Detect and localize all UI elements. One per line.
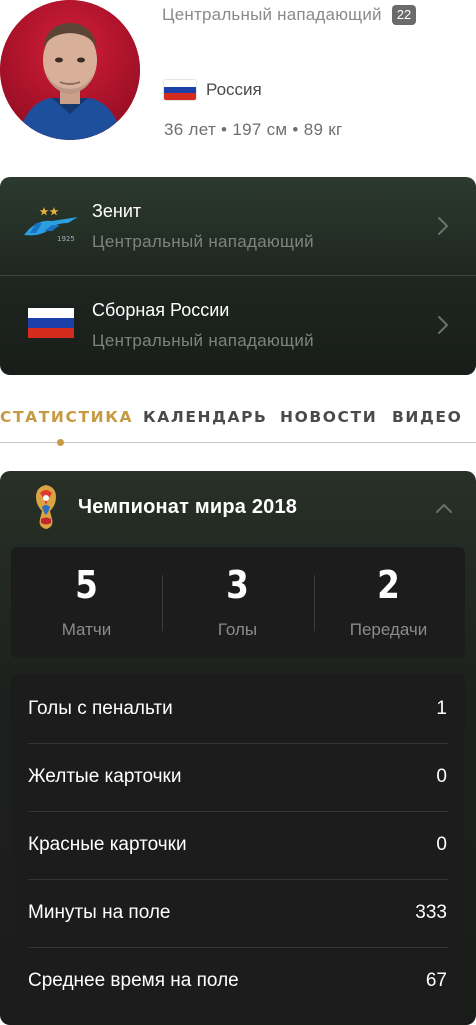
chevron-right-icon bbox=[438, 217, 448, 235]
detail-label: Минуты на поле bbox=[28, 902, 171, 923]
russia-flag-icon bbox=[28, 308, 74, 338]
russia-flag-icon bbox=[164, 80, 196, 100]
stats-details: Голы с пенальти 1 Желтые карточки 0 Крас… bbox=[11, 674, 465, 1022]
detail-value: 67 bbox=[425, 970, 447, 991]
club-role: Центральный нападающий bbox=[92, 331, 314, 350]
stats-summary: 5 Матчи 3 Голы 2 Передачи bbox=[11, 547, 465, 658]
player-country: Россия bbox=[164, 80, 262, 100]
stat-value: 2 bbox=[377, 563, 400, 607]
tabs-underline bbox=[0, 442, 476, 443]
detail-row-average-time: Среднее время на поле 67 bbox=[11, 948, 465, 1016]
detail-label: Голы с пенальти bbox=[28, 698, 173, 719]
tab-statistics[interactable]: СТАТИСТИКА bbox=[0, 408, 133, 426]
stat-label: Голы bbox=[217, 620, 258, 639]
stat-value: 5 bbox=[75, 563, 98, 607]
detail-label: Красные карточки bbox=[28, 834, 187, 855]
chevron-right-icon bbox=[438, 316, 448, 334]
player-bio: 36 лет • 197 см • 89 кг bbox=[164, 120, 343, 139]
stat-matches: 5 Матчи bbox=[11, 547, 162, 658]
player-position-line: Центральный нападающий 22 bbox=[162, 4, 417, 26]
player-avatar bbox=[0, 0, 140, 140]
detail-label: Желтые карточки bbox=[28, 766, 182, 787]
competition-card: Чемпионат мира 2018 5 Матчи 3 Голы 2 Пер… bbox=[0, 471, 476, 1025]
club-name: Сборная России bbox=[92, 300, 230, 320]
club-name: Зенит bbox=[92, 201, 142, 221]
stat-label: Передачи bbox=[349, 620, 428, 639]
club-role: Центральный нападающий bbox=[92, 232, 314, 251]
player-photo-icon bbox=[0, 0, 140, 140]
stat-goals: 3 Голы bbox=[162, 547, 313, 658]
tab-video[interactable]: ВИДЕО bbox=[392, 408, 462, 426]
player-number-badge: 22 bbox=[391, 5, 417, 25]
detail-row-penalty-goals: Голы с пенальти 1 bbox=[11, 676, 465, 744]
stat-assists: 2 Передачи bbox=[313, 547, 464, 658]
player-tabs: СТАТИСТИКА КАЛЕНДАРЬ НОВОСТИ ВИДЕО bbox=[0, 404, 476, 444]
player-position: Центральный нападающий bbox=[162, 5, 382, 24]
club-row-russia[interactable]: Сборная России Центральный нападающий bbox=[0, 276, 476, 374]
club-row-zenit[interactable]: 1925 Зенит Центральный нападающий bbox=[0, 177, 476, 275]
detail-row-yellow-cards: Желтые карточки 0 bbox=[11, 744, 465, 812]
detail-value: 0 bbox=[436, 834, 447, 855]
stat-value: 3 bbox=[226, 563, 249, 607]
stat-label: Матчи bbox=[61, 620, 112, 639]
detail-row-red-cards: Красные карточки 0 bbox=[11, 812, 465, 880]
player-country-name: Россия bbox=[206, 80, 262, 99]
detail-value: 0 bbox=[436, 766, 447, 787]
detail-row-minutes-played: Минуты на поле 333 bbox=[11, 880, 465, 948]
competition-header[interactable]: Чемпионат мира 2018 bbox=[0, 471, 476, 545]
zenit-logo-icon: 1925 bbox=[24, 207, 78, 243]
tab-calendar[interactable]: КАЛЕНДАРЬ bbox=[143, 408, 267, 426]
tab-news[interactable]: НОВОСТИ bbox=[280, 408, 377, 426]
clubs-card: 1925 Зенит Центральный нападающий Сборна… bbox=[0, 177, 476, 375]
detail-label: Среднее время на поле bbox=[28, 970, 239, 991]
svg-text:1925: 1925 bbox=[57, 235, 75, 243]
competition-title: Чемпионат мира 2018 bbox=[78, 496, 298, 518]
detail-value: 1 bbox=[436, 698, 447, 719]
detail-value: 333 bbox=[415, 902, 447, 923]
active-tab-indicator bbox=[57, 439, 64, 446]
chevron-up-icon[interactable] bbox=[434, 501, 454, 515]
world-cup-trophy-icon bbox=[36, 485, 56, 529]
